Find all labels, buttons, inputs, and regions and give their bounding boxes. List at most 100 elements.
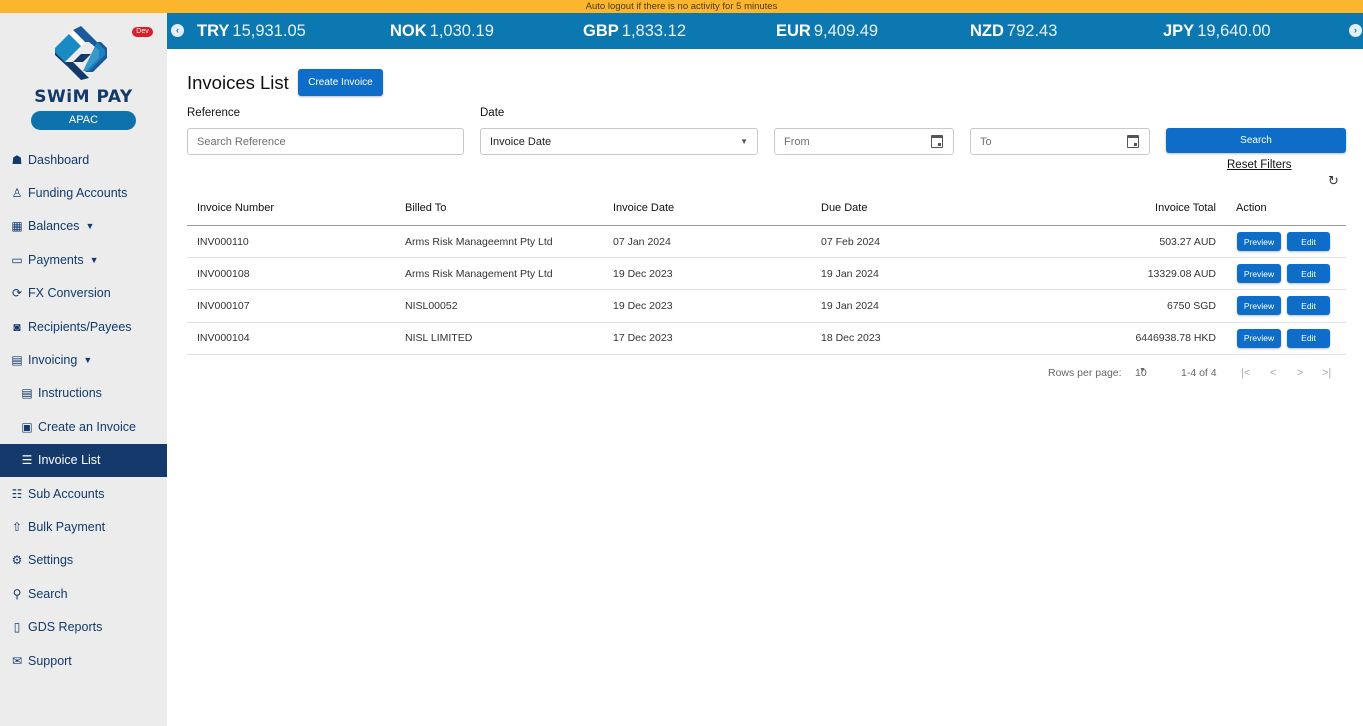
page-title: Invoices List <box>187 72 289 93</box>
invoice-number: INV000110 <box>197 235 249 248</box>
ticker-item-eur: EUR 9,409.49 <box>776 22 878 41</box>
sidebar-item-label: Create an Invoice <box>38 419 136 434</box>
user-icon: ♙ <box>11 186 23 201</box>
rows-per-page-label: Rows per page: <box>1048 367 1122 379</box>
instructions-icon: ▤ <box>21 386 33 401</box>
sidebar-item-bulk-payment[interactable]: ⇧ Bulk Payment <box>0 510 167 543</box>
chevron-left-circle-icon[interactable]: ‹ <box>171 24 184 37</box>
contact-icon: ◙ <box>13 319 21 334</box>
preview-button[interactable]: Preview <box>1237 232 1281 252</box>
sidebar-item-support[interactable]: ✉ Support <box>0 644 167 677</box>
sidebar-item-fx-conversion[interactable]: ⟳ FX Conversion <box>0 277 167 310</box>
sidebar-item-sub-accounts[interactable]: ☷ Sub Accounts <box>0 477 167 510</box>
edit-button[interactable]: Edit <box>1287 264 1330 284</box>
chevron-right-circle-icon[interactable]: › <box>1349 24 1362 37</box>
column-header-invoice-total[interactable]: Invoice Total <box>1155 202 1216 214</box>
currency-code: NZD <box>970 22 1004 40</box>
table-row: INV000110 Arms Risk Manageemnt Pty Ltd 0… <box>187 226 1346 259</box>
column-header-billed-to[interactable]: Billed To <box>405 202 446 214</box>
create-invoice-button[interactable]: Create Invoice <box>298 69 383 96</box>
sync-icon: ⟳ <box>11 286 23 301</box>
to-date-field[interactable] <box>970 128 1150 155</box>
from-date-field[interactable] <box>774 128 954 155</box>
preview-button[interactable]: Preview <box>1237 328 1281 348</box>
sidebar-item-settings[interactable]: ⚙ Settings <box>0 544 167 577</box>
sidebar-item-label: Invoice List <box>38 453 101 468</box>
sidebar-item-invoice-list[interactable]: ☰ Invoice List <box>0 443 167 477</box>
region-badge: APAC <box>31 111 136 130</box>
invoice-date: 19 Dec 2023 <box>613 267 673 280</box>
sidebar-item-label: Funding Accounts <box>28 186 128 201</box>
sidebar-item-label: Invoicing <box>28 353 78 368</box>
preview-button[interactable]: Preview <box>1237 264 1281 284</box>
table-row: INV000104 NISL LIMITED 17 Dec 2023 18 De… <box>187 323 1346 355</box>
column-header-invoice-date[interactable]: Invoice Date <box>613 202 674 214</box>
edit-button[interactable]: Edit <box>1287 328 1330 348</box>
invoice-number: INV000107 <box>197 299 250 312</box>
reference-field[interactable] <box>187 128 464 155</box>
invoice-total: 6446938.78 HKD <box>1135 332 1216 345</box>
sidebar-item-dashboard[interactable]: ☗ Dashboard <box>0 143 167 176</box>
currency-value: 1,030.19 <box>429 22 494 40</box>
column-header-invoice-number[interactable]: Invoice Number <box>197 202 274 214</box>
ticker-item-nzd: NZD 792.43 <box>970 22 1057 41</box>
preview-button[interactable]: Preview <box>1237 296 1281 316</box>
reset-filters-link[interactable]: Reset Filters <box>1227 159 1292 171</box>
mail-icon: ✉ <box>11 653 23 668</box>
caret-down-icon: ▼ <box>85 221 95 232</box>
next-page-button[interactable]: > <box>1297 367 1303 379</box>
invoice-total: 6750 SGD <box>1166 299 1216 312</box>
sidebar-item-search[interactable]: ⚲ Search <box>0 577 167 610</box>
from-date-input[interactable] <box>784 135 953 148</box>
ticker-item-nok: NOK 1,030.19 <box>390 22 494 41</box>
to-date-input[interactable] <box>980 135 1149 148</box>
sidebar-item-payments[interactable]: ▭ Payments ▼ <box>0 243 167 276</box>
refresh-icon[interactable]: ↻ <box>1328 173 1339 189</box>
date-label: Date <box>480 107 505 119</box>
dropdown-arrow-icon: ▼ <box>740 137 748 146</box>
credit-card-icon: ▭ <box>11 252 23 267</box>
date-type-select[interactable]: Invoice Date ▼ <box>480 128 758 155</box>
sidebar-item-funding-accounts[interactable]: ♙ Funding Accounts <box>0 176 167 209</box>
env-badge: Dev <box>132 27 153 37</box>
last-page-button[interactable]: >| <box>1322 367 1331 379</box>
brand-logo[interactable]: Dev SWiM PAY APAC <box>0 13 167 138</box>
grid-icon: ▣ <box>21 419 33 434</box>
due-date: 18 Dec 2023 <box>821 332 881 345</box>
sidebar-item-invoicing[interactable]: ▤ Invoicing ▼ <box>0 343 167 376</box>
currency-value: 9,409.49 <box>813 22 879 40</box>
calendar-icon[interactable] <box>1127 135 1139 148</box>
sidebar-item-label: FX Conversion <box>28 286 111 301</box>
search-icon: ⚲ <box>12 586 22 601</box>
swimpay-logo-icon <box>55 26 107 80</box>
caret-down-icon: ▼ <box>89 254 99 265</box>
main-content: Invoices List Create Invoice Reference D… <box>167 49 1363 726</box>
sidebar-item-balances[interactable]: ▦ Balances ▼ <box>0 210 167 243</box>
reference-input[interactable] <box>197 135 463 148</box>
ticker-item-try: TRY 15,931.05 <box>197 22 306 41</box>
page-range: 1-4 of 4 <box>1181 367 1217 379</box>
sidebar-item-gds-reports[interactable]: ▯ GDS Reports <box>0 610 167 643</box>
sidebar-item-create-invoice[interactable]: ▣ Create an Invoice <box>0 410 167 443</box>
column-header-due-date[interactable]: Due Date <box>821 202 867 214</box>
previous-page-button[interactable]: < <box>1270 367 1276 379</box>
currency-value: 15,931.05 <box>232 22 306 40</box>
upload-icon: ⇧ <box>11 519 23 534</box>
invoice-icon: ▤ <box>11 353 23 368</box>
invoice-total: 503.27 AUD <box>1159 235 1216 248</box>
search-button[interactable]: Search <box>1166 128 1346 153</box>
first-page-button[interactable]: |< <box>1241 367 1250 379</box>
currency-code: GBP <box>583 22 619 40</box>
calendar-icon[interactable] <box>931 135 943 148</box>
invoice-date: 19 Dec 2023 <box>613 299 673 312</box>
table-row: INV000108 Arms Risk Management Pty Ltd 1… <box>187 258 1346 291</box>
edit-button[interactable]: Edit <box>1287 232 1330 252</box>
brand-name: SWiM PAY <box>34 87 133 107</box>
billed-to: Arms Risk Management Pty Ltd <box>405 267 553 280</box>
sidebar: Dev SWiM PAY APAC ☗ Dashboard ♙ Funding … <box>0 13 167 726</box>
edit-button[interactable]: Edit <box>1287 296 1330 316</box>
sidebar-item-instructions[interactable]: ▤ Instructions <box>0 377 167 410</box>
invoice-number: INV000108 <box>197 267 250 280</box>
dropdown-arrow-icon: ▼ <box>1139 367 1146 374</box>
sidebar-item-recipients-payees[interactable]: ◙ Recipients/Payees <box>0 310 167 343</box>
